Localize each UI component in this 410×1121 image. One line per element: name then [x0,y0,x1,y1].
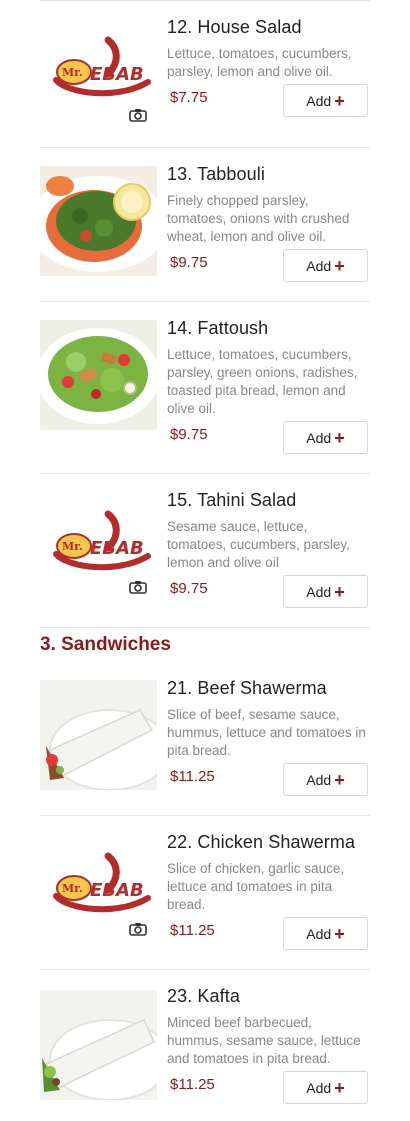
add-button[interactable]: Add + [283,84,368,117]
add-button[interactable]: Add + [283,575,368,608]
item-placeholder-image: Mr. EBAB [40,832,157,942]
camera-icon [129,923,147,936]
camera-icon [129,581,147,594]
add-button[interactable]: Add + [283,1071,368,1104]
plus-icon: + [334,1077,345,1098]
item-price: $11.25 [170,922,215,939]
item-price: $9.75 [170,580,208,597]
item-description: Lettuce, tomatoes, cucumbers, parsley, g… [167,347,358,416]
kafta-photo [40,990,157,1100]
item-placeholder-image: Mr. EBAB [40,490,157,600]
svg-text:Mr.: Mr. [62,66,83,79]
item-description: Lettuce, tomatoes, cucumbers, parsley, l… [167,46,352,79]
menu-item[interactable]: 21. Beef Shawerma Slice of beef, sesame … [40,662,370,816]
item-price: $9.75 [170,426,208,443]
item-title: 13. Tabbouli [167,164,265,184]
add-label: Add [306,583,332,600]
svg-text:Mr.: Mr. [62,882,83,895]
add-button[interactable]: Add + [283,763,368,796]
menu-list: Mr. EBAB 12. House Salad Lettuce, tomato… [0,0,410,1121]
plus-icon: + [334,923,345,944]
item-price: $11.25 [170,768,215,785]
item-price: $11.25 [170,1076,215,1093]
plus-icon: + [334,581,345,602]
mr-kebab-logo: Mr. EBAB [53,510,151,571]
plus-icon: + [334,769,345,790]
svg-text:EBAB: EBAB [90,64,144,85]
plus-icon: + [334,90,345,111]
mr-kebab-logo: Mr. EBAB [53,36,151,97]
add-button[interactable]: Add + [283,249,368,282]
item-price: $9.75 [170,254,208,271]
svg-text:EBAB: EBAB [90,538,144,559]
menu-item[interactable]: Mr. EBAB 15. Tahini Salad Sesame sauce, … [40,474,370,628]
item-description: Sesame sauce, lettuce, tomatoes, cucumbe… [167,519,350,570]
item-title: 12. House Salad [167,17,302,37]
tabbouli-photo [40,166,157,276]
add-label: Add [306,257,332,274]
beef-shawerma-photo [40,680,157,790]
divider [40,627,370,628]
add-label: Add [306,429,332,446]
menu-item[interactable]: 23. Kafta Minced beef barbecued, hummus,… [40,970,370,1121]
add-label: Add [306,925,332,942]
svg-text:EBAB: EBAB [90,880,144,901]
item-description: Slice of chicken, garlic sauce, lettuce … [167,861,345,912]
item-title: 21. Beef Shawerma [167,678,327,698]
add-label: Add [306,92,332,109]
menu-item[interactable]: 13. Tabbouli Finely chopped parsley, tom… [40,148,370,302]
section-title: 3. Sandwiches [40,634,171,655]
add-label: Add [306,771,332,788]
item-title: 23. Kafta [167,986,240,1006]
menu-item[interactable]: Mr. EBAB 12. House Salad Lettuce, tomato… [40,0,370,148]
add-label: Add [306,1079,332,1096]
item-price: $7.75 [170,89,208,106]
fattoush-photo [40,320,157,430]
item-title: 14. Fattoush [167,318,269,338]
item-description: Finely chopped parsley, tomatoes, onions… [167,193,350,244]
menu-item[interactable]: 14. Fattoush Lettuce, tomatoes, cucumber… [40,302,370,474]
menu-item[interactable]: Mr. EBAB 22. Chicken Shawerma Slice of c… [40,816,370,970]
item-title: 22. Chicken Shawerma [167,832,356,852]
item-description: Slice of beef, sesame sauce, hummus, let… [167,707,366,758]
camera-icon [129,109,147,122]
plus-icon: + [334,427,345,448]
item-description: Minced beef barbecued, hummus, sesame sa… [167,1015,361,1066]
mr-kebab-logo: Mr. EBAB [53,852,151,913]
add-button[interactable]: Add + [283,917,368,950]
svg-text:Mr.: Mr. [62,540,83,553]
add-button[interactable]: Add + [283,421,368,454]
item-placeholder-image: Mr. EBAB [40,16,157,126]
plus-icon: + [334,255,345,276]
item-title: 15. Tahini Salad [167,490,297,510]
